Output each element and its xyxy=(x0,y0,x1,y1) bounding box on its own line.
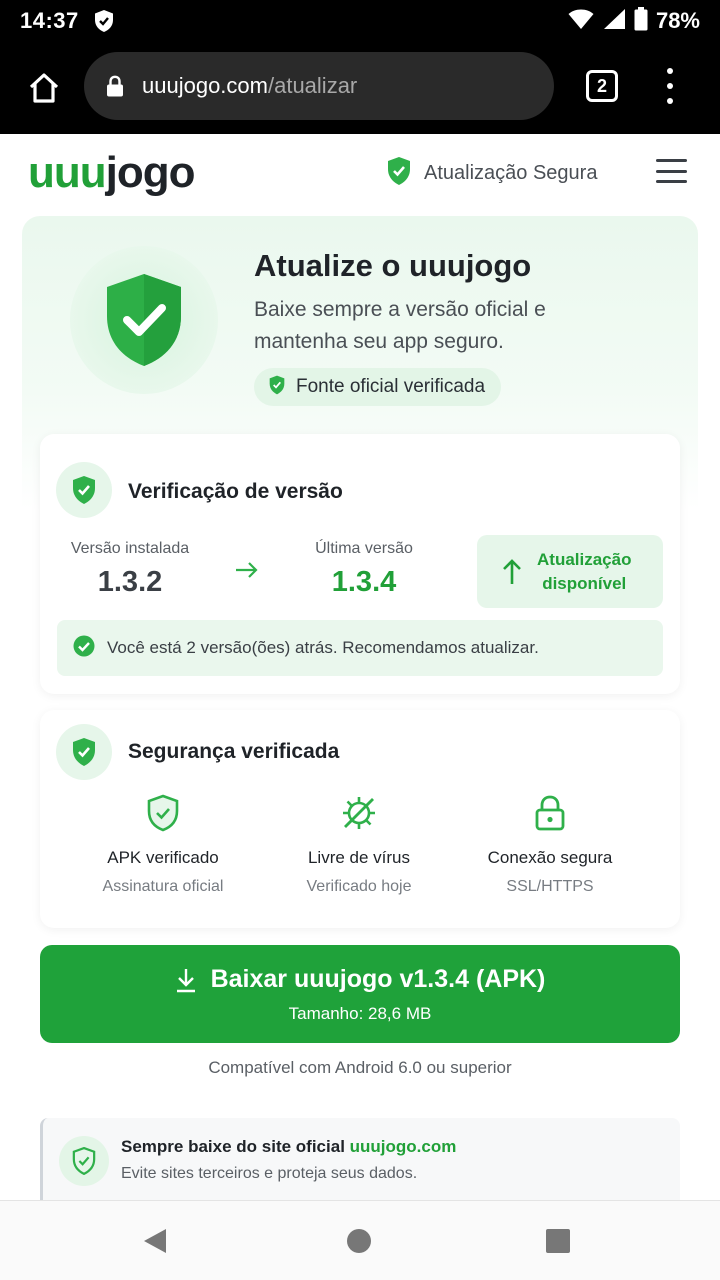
wifi-icon xyxy=(568,8,594,35)
security-card-title: Segurança verificada xyxy=(128,740,340,763)
battery-percent: 78% xyxy=(655,8,700,33)
page-subtitle: Baixe sempre a versão oficial e mantenha… xyxy=(254,298,546,353)
home-nav-icon[interactable] xyxy=(347,1229,371,1253)
secure-update-badge: Atualização Segura xyxy=(386,156,597,191)
official-source-badge: Fonte oficial verificada xyxy=(254,368,502,406)
shield-icon xyxy=(93,9,115,33)
shield-check-icon xyxy=(63,794,263,834)
info-title: Sempre baixe do site oficial uuujogo.com xyxy=(121,1137,457,1156)
check-circle-icon xyxy=(73,635,95,662)
home-icon[interactable] xyxy=(22,66,66,110)
page-title: Atualize o uuujogo xyxy=(254,248,532,283)
feature-apk-verified: APK verificado Assinatura oficial xyxy=(63,794,263,896)
shield-check-icon xyxy=(268,375,286,400)
compatibility-note: Compatível com Android 6.0 ou superior xyxy=(208,1058,512,1077)
version-notice: Você está 2 versão(ões) atrás. Recomenda… xyxy=(57,620,663,676)
official-site-link[interactable]: uuujogo.com xyxy=(350,1137,457,1156)
lock-icon xyxy=(450,794,650,834)
download-apk-button[interactable]: Baixar uuujogo v1.3.4 (APK) Tamanho: 28,… xyxy=(40,945,680,1043)
feature-sub: Verificado hoje xyxy=(306,878,412,895)
shield-check-icon xyxy=(386,156,412,191)
lock-icon xyxy=(106,75,124,97)
secure-update-label: Atualização Segura xyxy=(424,162,598,184)
recent-apps-icon[interactable] xyxy=(546,1229,570,1253)
site-logo[interactable]: uuujogo xyxy=(28,148,195,198)
installed-version-value: 1.3.2 xyxy=(97,566,163,598)
version-notice-text: Você está 2 versão(ões) atrás. Recomenda… xyxy=(107,638,539,657)
arrow-up-icon xyxy=(501,558,523,586)
status-time: 14:37 xyxy=(20,8,79,33)
download-button-label: Baixar uuujogo v1.3.4 (APK) xyxy=(210,965,546,993)
info-subtitle: Evite sites terceiros e proteja seus dad… xyxy=(121,1165,418,1182)
shield-check-icon xyxy=(59,1136,109,1186)
tab-switcher-button[interactable]: 2 xyxy=(586,70,618,102)
installed-version-label: Versão instalada xyxy=(70,540,190,557)
status-bar: 14:37 78% xyxy=(0,0,720,42)
browser-toolbar: uuujogo.com /atualizar 2 xyxy=(0,42,720,134)
feature-sub: SSL/HTTPS xyxy=(506,878,594,895)
shield-check-icon xyxy=(56,462,112,518)
feature-secure-connection: Conexão segura SSL/HTTPS xyxy=(450,794,650,896)
official-source-label: Fonte oficial verificada xyxy=(296,376,486,397)
shield-check-icon xyxy=(56,724,112,780)
address-bar[interactable]: uuujogo.com /atualizar xyxy=(84,52,554,120)
download-icon xyxy=(175,967,197,993)
download-size: Tamanho: 28,6 MB xyxy=(288,1004,432,1023)
version-check-card: Verificação de versão Versão instalada 1… xyxy=(40,434,680,694)
feature-name: APK verificado xyxy=(107,848,219,867)
url-path: /atualizar xyxy=(267,73,358,98)
security-card: Segurança verificada APK verificado Assi… xyxy=(40,710,680,928)
overflow-menu-icon[interactable] xyxy=(664,68,676,104)
update-available-text: Atualização disponível xyxy=(537,549,632,593)
latest-version-value: 1.3.4 xyxy=(331,566,397,598)
latest-version-label: Última versão xyxy=(315,540,413,557)
feature-name: Conexão segura xyxy=(487,848,613,867)
hero-card: Atualize o uuujogo Baixe sempre a versão… xyxy=(22,216,698,1196)
feature-name: Livre de vírus xyxy=(307,848,411,867)
feature-sub: Assinatura oficial xyxy=(102,878,224,895)
back-icon[interactable] xyxy=(142,1227,168,1260)
hero-shield-icon xyxy=(70,246,218,394)
system-nav-bar xyxy=(0,1200,720,1280)
battery-icon xyxy=(634,6,648,36)
version-card-title: Verificação de versão xyxy=(128,480,343,503)
menu-icon[interactable] xyxy=(656,159,687,183)
feature-virus-free: Livre de vírus Verificado hoje xyxy=(259,794,459,896)
update-available-badge: Atualização disponível xyxy=(477,535,663,608)
site-header: uuujogo Atualização Segura xyxy=(0,134,720,212)
url-host: uuujogo.com xyxy=(142,73,268,98)
official-site-notice: Sempre baixe do site oficial uuujogo.com… xyxy=(40,1118,680,1200)
signal-icon xyxy=(602,8,626,35)
arrow-right-icon xyxy=(234,560,260,585)
virus-blocked-icon xyxy=(259,794,459,834)
